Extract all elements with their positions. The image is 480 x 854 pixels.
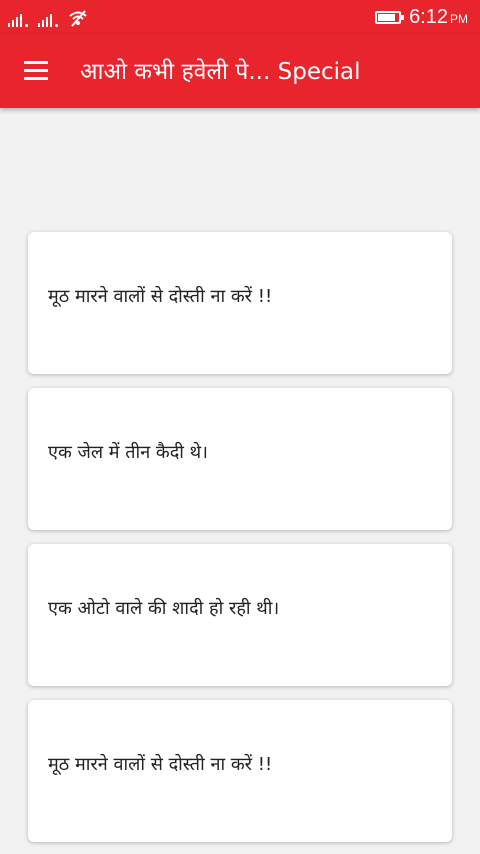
joke-card[interactable]: एक जेल में तीन कैदी थे।	[28, 388, 452, 530]
status-clock: 6:12 PM	[409, 6, 468, 29]
hamburger-menu-icon[interactable]	[24, 59, 50, 81]
clock-ampm: PM	[450, 12, 468, 26]
app-title: आओ कभी हवेली पे... Special	[80, 59, 361, 85]
joke-card[interactable]: मूठ मारने वालों से दोस्ती ना करें !!	[28, 700, 452, 842]
joke-card-title: एक ओटो वाले की शादी हो रही थी।	[48, 598, 280, 619]
joke-card-title: मूठ मारने वालों से दोस्ती ना करें !!	[48, 286, 273, 307]
joke-card-title: मूठ मारने वालों से दोस्ती ना करें !!	[48, 754, 273, 775]
joke-card[interactable]: एक ओटो वाले की शादी हो रही थी।	[28, 544, 452, 686]
clock-time: 6:12	[409, 6, 448, 28]
wifi-off-icon	[68, 9, 88, 27]
app-bar: आओ कभी हवेली पे... Special	[0, 34, 480, 108]
joke-card[interactable]: मूठ मारने वालों से दोस्ती ना करें !!	[28, 232, 452, 374]
signal-icon	[8, 13, 28, 27]
signal-icon	[38, 13, 58, 27]
battery-icon	[375, 11, 405, 24]
status-bar: 6:12 PM	[0, 0, 480, 34]
joke-card-title: एक जेल में तीन कैदी थे।	[48, 442, 208, 463]
